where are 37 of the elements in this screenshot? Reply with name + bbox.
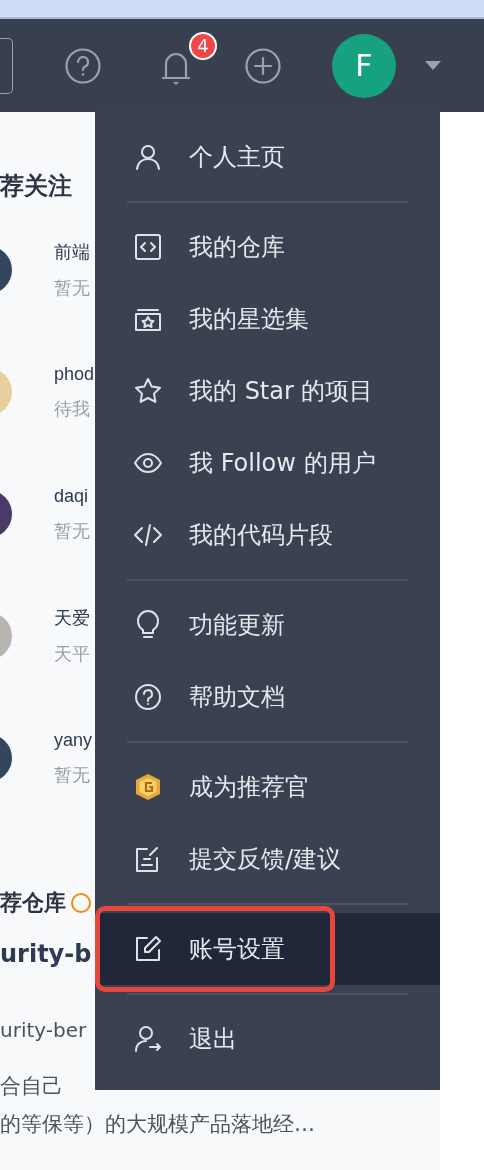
menu-item[interactable]: 退出 (95, 1003, 440, 1075)
notification-badge: 4 (189, 31, 217, 60)
add-icon[interactable] (245, 47, 281, 84)
badge-icon (133, 772, 163, 802)
menu-item[interactable]: 个人主页 (95, 121, 440, 193)
search-box[interactable] (0, 37, 13, 94)
menu-item[interactable]: 成为推荐官 (95, 751, 440, 823)
repo-path: urity-ber (0, 1018, 87, 1042)
section-heading: 荐仓库 (0, 889, 66, 917)
caret-icon[interactable] (425, 60, 441, 71)
user-name[interactable]: yany (54, 729, 93, 751)
user-name[interactable]: phod (54, 363, 95, 385)
section-heading: 荐关注 (0, 171, 72, 202)
menu-item[interactable]: 我 Follow 的用户 (95, 427, 440, 499)
user-name[interactable]: 前端 (54, 240, 90, 264)
repo-description: 的等保等）的大规模产品落地经… (0, 1111, 315, 1138)
menu-item[interactable]: 我的 Star 的项目 (95, 355, 440, 427)
menu-item[interactable]: 提交反馈/建议 (95, 823, 440, 895)
menu-item[interactable]: 我的仓库 (95, 211, 440, 283)
menu-item[interactable]: 功能更新 (95, 589, 440, 661)
menu-item[interactable]: 我的代码片段 (95, 499, 440, 571)
repo-description: 合自己 (0, 1073, 63, 1100)
edit-icon (133, 934, 163, 964)
menu-item[interactable]: 帮助文档 (95, 661, 440, 733)
user-name[interactable]: daqi (54, 485, 89, 507)
user-bio: 暂无 (54, 762, 90, 787)
user-name[interactable]: 天爱 (54, 606, 90, 630)
user-bio: 暂无 (54, 518, 90, 543)
star-icon (133, 376, 163, 406)
person-icon (133, 142, 163, 172)
repo-name[interactable]: urity-b (0, 940, 92, 968)
user-bio: 待我 (54, 396, 90, 421)
user-bio: 暂无 (54, 276, 90, 300)
person-arrow-icon (133, 1024, 163, 1054)
code-box-icon (133, 232, 163, 262)
menu-item[interactable]: 我的星选集 (95, 283, 440, 355)
user-bio: 天平 (54, 642, 90, 666)
